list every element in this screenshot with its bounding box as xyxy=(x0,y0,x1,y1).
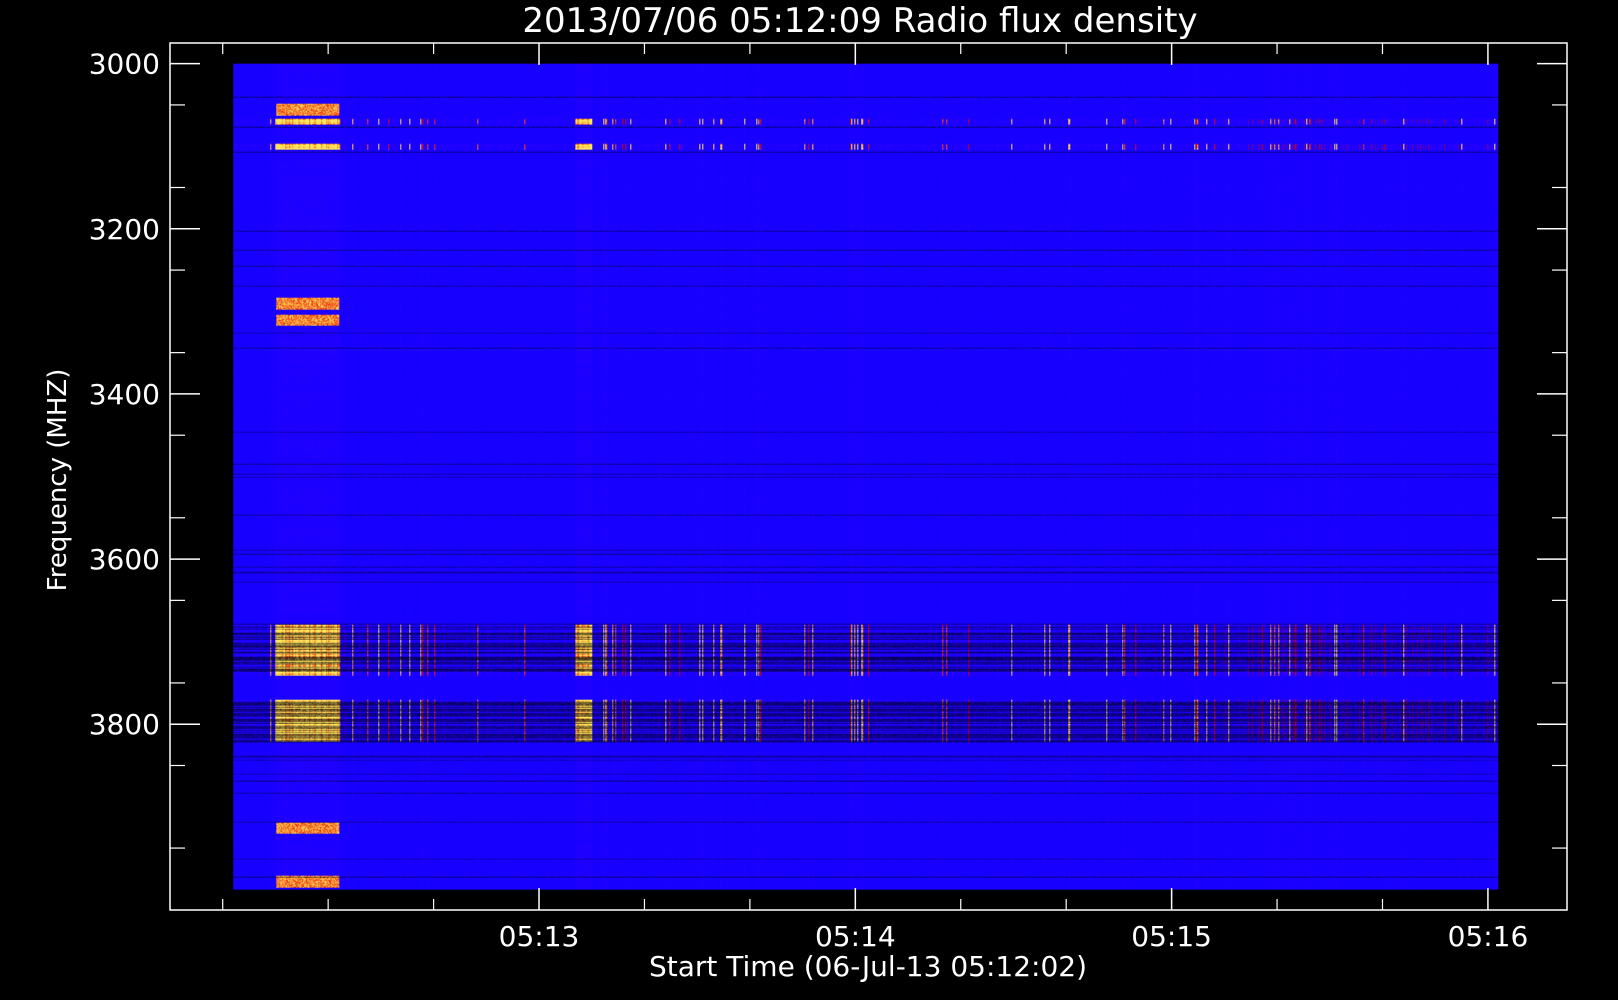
chart-title: 2013/07/06 05:12:09 Radio flux density xyxy=(522,1,1197,41)
y-axis-label: Frequency (MHZ) xyxy=(43,369,73,592)
y-tick-label: 3800 xyxy=(89,708,160,741)
x-tick-label: 05:16 xyxy=(1448,920,1529,953)
spectrogram-chart: 2013/07/06 05:12:09 Radio flux density 3… xyxy=(0,0,1618,1000)
x-tick-label: 05:15 xyxy=(1131,920,1212,953)
x-tick-label: 05:13 xyxy=(499,920,580,953)
x-axis-label: Start Time (06-Jul-13 05:12:02) xyxy=(649,950,1087,983)
x-tick-label: 05:14 xyxy=(815,920,896,953)
heatmap-image xyxy=(233,63,1499,890)
heatmap-raster xyxy=(233,63,1499,890)
y-tick-label: 3400 xyxy=(89,378,160,411)
y-tick-label: 3200 xyxy=(89,213,160,246)
y-tick-label: 3600 xyxy=(89,543,160,576)
y-tick-label: 3000 xyxy=(89,48,160,81)
